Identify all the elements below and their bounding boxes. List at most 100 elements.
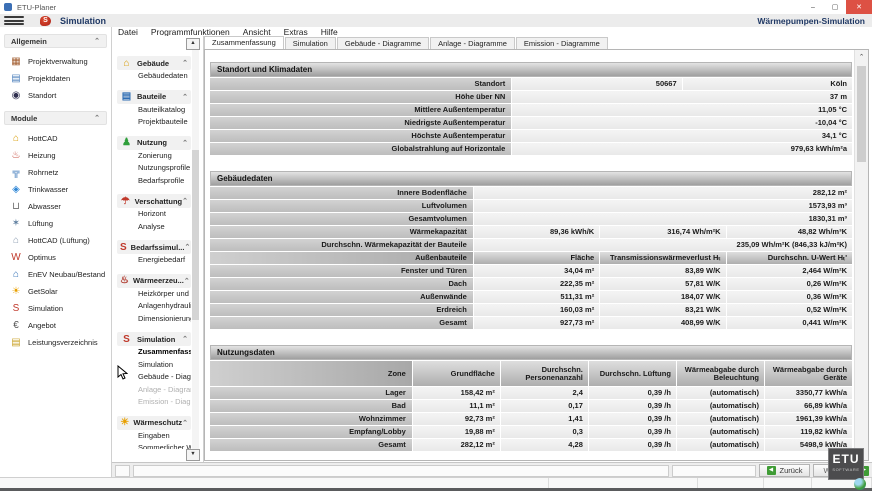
table-row: Wohnzimmer 92,73 m² 1,41 0,39 /h (automa… xyxy=(210,413,852,425)
tree-item[interactable]: Heizkörper und He... xyxy=(117,288,191,301)
tab[interactable]: Anlage - Diagramme xyxy=(430,37,515,49)
tree-item[interactable]: Sommerlicher Wär... xyxy=(117,442,191,449)
sidebar-item[interactable]: ◉ Standort xyxy=(0,87,111,104)
row-label: Außenwände xyxy=(210,291,473,303)
sidebar-item[interactable]: ⌂ EnEV Neubau/Bestand xyxy=(0,266,111,283)
table-cell: 0,39 /h xyxy=(589,439,676,451)
collapse-chevron-icon[interactable]: ⌃ xyxy=(182,335,188,343)
house-icon: ⌂ xyxy=(9,134,23,144)
tab[interactable]: Simulation xyxy=(285,37,336,49)
table-cell: 979,63 kWh/m²a xyxy=(512,143,852,155)
table-cell: 282,12 m² xyxy=(413,439,500,451)
tree-item[interactable]: Bedarfsprofile xyxy=(117,175,191,188)
sidebar-item[interactable]: ⊔ Abwasser xyxy=(0,198,111,215)
tree-item[interactable]: Gebäude - Diagram... xyxy=(117,371,191,384)
tree-group-header[interactable]: ▤ Bauteile ⌃ xyxy=(117,90,191,104)
collapse-chevron-icon[interactable]: ⌃ xyxy=(182,139,188,147)
collapse-chevron-icon[interactable]: ⌃ xyxy=(94,114,100,122)
row-label: Luftvolumen xyxy=(210,200,473,212)
tree-item[interactable]: Zonierung xyxy=(117,150,191,163)
tree-item[interactable]: Gebäudedaten xyxy=(117,70,191,83)
report-section: Standort und Klimadaten Standort 50667 K… xyxy=(210,62,852,155)
tree-scroll-down-button[interactable]: ▼ xyxy=(186,449,200,461)
close-button[interactable]: ✕ xyxy=(846,0,872,14)
sidebar-item[interactable]: ▤ Leistungsverzeichnis xyxy=(0,334,111,351)
sidebar-section-header[interactable]: Module ⌃ xyxy=(4,111,107,125)
collapse-chevron-icon[interactable]: ⌃ xyxy=(184,277,190,285)
globe-icon[interactable] xyxy=(854,478,866,490)
tree-group-header[interactable]: ☂ Verschattung ⌃ xyxy=(117,194,191,208)
tree-item[interactable]: Bauteilkatalog xyxy=(117,104,191,117)
house-vent-icon: ⌂ xyxy=(9,236,23,246)
sidebar-item[interactable]: ▦ Projektverwaltung xyxy=(0,53,111,70)
sidebar-item[interactable]: W Optimus xyxy=(0,249,111,266)
tree-item[interactable]: Energiebedarf xyxy=(117,254,191,267)
tree-item[interactable]: Emission - Diagramme xyxy=(117,396,191,409)
scroll-up-icon[interactable]: ⌃ xyxy=(855,53,868,61)
tree-item[interactable]: Horizont xyxy=(117,208,191,221)
sidebar-item[interactable]: ◈ Trinkwasser xyxy=(0,181,111,198)
tab[interactable]: Zusammenfassung xyxy=(204,36,284,49)
sidebar-item[interactable]: ⌂ HottCAD (Lüftung) xyxy=(0,232,111,249)
tab[interactable]: Emission - Diagramme xyxy=(516,37,608,49)
table-cell: 83,89 W/K xyxy=(600,265,725,277)
tree-group-header[interactable]: ☀ Wärmeschutz ⌃ xyxy=(117,416,191,430)
minimize-button[interactable]: – xyxy=(802,0,824,14)
tree-group-header[interactable]: ⌂ Gebäude ⌃ xyxy=(117,56,191,70)
back-button[interactable]: ◀ Zurück xyxy=(759,464,811,477)
boiler-icon: ♨ xyxy=(120,275,129,286)
tree-item[interactable]: Simulation xyxy=(117,359,191,372)
tab[interactable]: Gebäude - Diagramme xyxy=(337,37,429,49)
tree-item[interactable]: Eingaben xyxy=(117,430,191,443)
tree-scrollbar[interactable] xyxy=(192,50,199,449)
tree-item[interactable]: Analyse xyxy=(117,221,191,234)
row-label: Empfang/Lobby xyxy=(210,426,412,438)
sidebar-item[interactable]: ♨ Heizung xyxy=(0,147,111,164)
window-titlebar: ETU-Planer – ▢ ✕ xyxy=(0,0,872,14)
tree-item[interactable]: Nutzungsprofile xyxy=(117,162,191,175)
row-values: 158,42 m² 2,4 0,39 /h (automatisch) 3350… xyxy=(412,387,852,399)
table-cell: 282,12 m² xyxy=(474,187,852,199)
sidebar-item-label: HottCAD (Lüftung) xyxy=(28,236,90,245)
sidebar-item[interactable]: ╦ Rohrnetz xyxy=(0,164,111,181)
tree-item[interactable]: Anlage - Diagramme xyxy=(117,384,191,397)
table-row: Höchste Außentemperatur 34,1 °C xyxy=(210,130,852,142)
sidebar-item[interactable]: ▤ Projektdaten xyxy=(0,70,111,87)
status-field xyxy=(133,465,669,477)
tree-group-header[interactable]: S Bedarfssimul... ⌃ xyxy=(117,240,191,254)
maximize-button[interactable]: ▢ xyxy=(824,0,846,14)
hamburger-menu-icon[interactable] xyxy=(4,16,24,25)
sidebar-item[interactable]: ✶ Lüftung xyxy=(0,215,111,232)
sidebar-item[interactable]: ⌂ HottCAD xyxy=(0,130,111,147)
sidebar-item-label: Leistungsverzeichnis xyxy=(28,338,98,347)
row-values: 235,09 Wh/m²K (846,33 kJ/m²K) xyxy=(473,239,852,251)
tree-item[interactable]: Projektbauteile xyxy=(117,116,191,129)
collapse-chevron-icon[interactable]: ⌃ xyxy=(182,59,188,67)
content-scrollbar-thumb[interactable] xyxy=(857,66,866,162)
euro-icon: € xyxy=(9,321,23,331)
sidebar-item[interactable]: S Simulation xyxy=(0,300,111,317)
tree-group-header[interactable]: ♟ Nutzung ⌃ xyxy=(117,136,191,150)
row-values: 511,31 m² 184,07 W/K 0,36 W/m²K xyxy=(473,291,852,303)
collapse-chevron-icon[interactable]: ⌃ xyxy=(182,419,188,427)
tree-scrollbar-thumb[interactable] xyxy=(192,150,199,320)
navigation-tree-panel: ▲ ⌂ Gebäude ⌃ Gebäudedaten xyxy=(112,36,204,462)
tree-item[interactable]: Anlagenhydraulik xyxy=(117,300,191,313)
sidebar-section-header[interactable]: Allgemein ⌃ xyxy=(4,34,107,48)
collapse-chevron-icon[interactable]: ⌃ xyxy=(184,243,190,251)
table-row: Standort 50667 Köln xyxy=(210,78,852,90)
status-cell xyxy=(115,465,130,477)
tree-item[interactable]: Dimensionierung xyxy=(117,313,191,326)
tree-group: S Simulation ⌃ Zusammenfassu... Simulati… xyxy=(117,332,191,409)
content-scrollbar[interactable]: ⌃ ⌄ xyxy=(854,50,868,460)
sidebar-item[interactable]: € Angebot xyxy=(0,317,111,334)
table-row: Innere Bodenfläche 282,12 m² xyxy=(210,187,852,199)
sidebar-item[interactable]: ☀ GetSolar xyxy=(0,283,111,300)
collapse-chevron-icon[interactable]: ⌃ xyxy=(182,93,188,101)
collapse-chevron-icon[interactable]: ⌃ xyxy=(182,197,188,205)
tree-group-header[interactable]: S Simulation ⌃ xyxy=(117,332,191,346)
collapse-chevron-icon[interactable]: ⌃ xyxy=(94,37,100,45)
tree-group-header[interactable]: ♨ Wärmeerzeu... ⌃ xyxy=(117,274,191,288)
tree-item[interactable]: Zusammenfassu... xyxy=(117,346,191,359)
table-cell: (automatisch) xyxy=(677,426,764,438)
